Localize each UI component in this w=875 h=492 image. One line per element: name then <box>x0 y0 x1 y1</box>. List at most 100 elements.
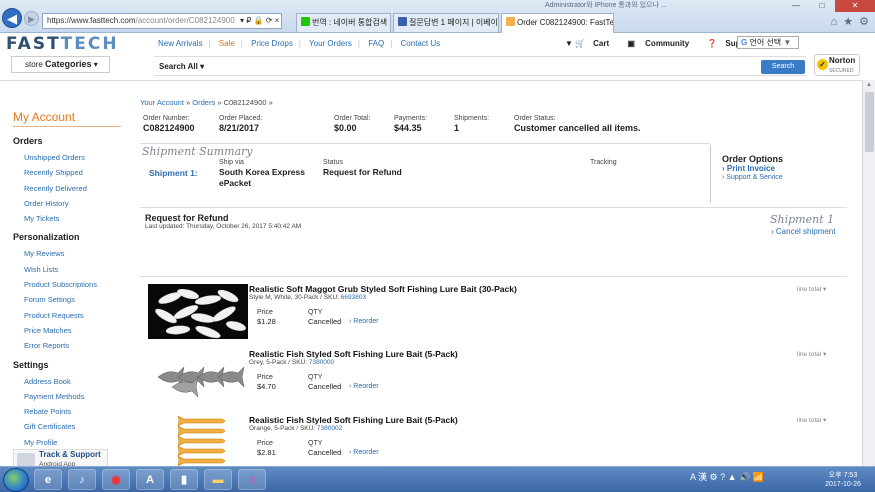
clock[interactable]: 오후 7:53 2017-10-26 <box>817 471 869 489</box>
nav-price-drops[interactable]: Price Drops <box>251 39 293 48</box>
search-bar[interactable]: Search All ▾ Search <box>154 56 806 76</box>
sidebar-heading-personalization: Personalization <box>13 232 80 243</box>
line-total-dropdown[interactable]: line total ▾ <box>797 350 826 358</box>
sidebar-item-my-profile[interactable]: My Profile <box>13 435 121 450</box>
chrome-icon[interactable]: ◉ <box>102 469 130 490</box>
sidebar-item-product-subscriptions[interactable]: Product Subscriptions <box>13 277 121 292</box>
minimize-button[interactable]: — <box>783 0 809 12</box>
product-title[interactable]: Realistic Soft Maggot Grub Styled Soft F… <box>249 284 517 294</box>
sidebar-title: My Account <box>13 110 121 127</box>
gear-icon[interactable]: ⚙ <box>859 16 869 28</box>
sku-link[interactable]: 7380002 <box>317 425 342 432</box>
tab-label: 번역 : 네이버 통합검색 <box>312 18 388 27</box>
system-tray[interactable]: A 漢 ⚙ ? ▲ 🔊 📶 <box>690 470 764 483</box>
search-button[interactable]: Search <box>761 60 805 74</box>
nav-contact-us[interactable]: Contact Us <box>401 39 441 48</box>
last-updated: Last updated: Thursday, October 26, 2017… <box>145 223 302 230</box>
nav-faq[interactable]: FAQ <box>368 39 384 48</box>
shipments: 1 <box>454 123 460 133</box>
star-icon[interactable]: ★ <box>843 16 853 28</box>
sidebar-item-rebate-points[interactable]: Rebate Points <box>13 404 121 419</box>
sidebar-item-my-reviews[interactable]: My Reviews <box>13 246 121 261</box>
language-select[interactable]: G 언어 선택 ▼ <box>737 36 799 49</box>
taskbar: e ♪ ◉ A ▮ ▬ ♫ A 漢 ⚙ ? ▲ 🔊 📶 오후 7:53 2017-… <box>0 466 875 492</box>
ie-icon[interactable]: e <box>34 469 62 490</box>
address-host: https://www.fasttech.com <box>47 16 136 25</box>
sku-link[interactable]: 7380000 <box>309 359 334 366</box>
folder-icon[interactable]: ▬ <box>204 469 232 490</box>
scroll-thumb[interactable] <box>865 92 874 152</box>
sidebar-item-my-tickets[interactable]: My Tickets <box>13 211 121 226</box>
refund-title: Request for Refund <box>145 213 229 223</box>
reorder-link[interactable]: › Reorder <box>349 318 379 325</box>
sidebar-item-product-requests[interactable]: Product Requests <box>13 308 121 323</box>
qty-label: QTY <box>308 374 323 381</box>
tab-naver[interactable]: 번역 : 네이버 통합검색 <box>296 13 391 32</box>
community-icon: ▣ <box>627 39 635 48</box>
reorder-link[interactable]: › Reorder <box>349 449 379 456</box>
sidebar-item-gift-certificates[interactable]: Gift Certificates <box>13 419 121 434</box>
breadcrumb-your-account[interactable]: Your Account <box>140 98 184 107</box>
nav-sale[interactable]: Sale <box>219 39 235 48</box>
qty-value: Cancelled <box>308 448 342 457</box>
norton-badge[interactable]: ✓ Norton SECURED <box>814 54 860 76</box>
sidebar-item-payment-methods[interactable]: Payment Methods <box>13 389 121 404</box>
sku-link[interactable]: 6693803 <box>341 294 366 301</box>
scrollbar[interactable]: ▲ <box>862 80 875 466</box>
payments: $44.35 <box>394 123 422 133</box>
dropdown-arrow-icon: ▼ <box>783 38 792 47</box>
nav-your-orders[interactable]: Your Orders <box>309 39 352 48</box>
reorder-link[interactable]: › Reorder <box>349 383 379 390</box>
sidebar-item-address-book[interactable]: Address Book <box>13 374 121 389</box>
sidebar-item-unshipped[interactable]: Unshipped Orders <box>13 150 121 165</box>
shipment-divider <box>140 207 847 208</box>
product-title[interactable]: Realistic Fish Styled Soft Fishing Lure … <box>249 415 458 425</box>
sidebar-item-price-matches[interactable]: Price Matches <box>13 323 121 338</box>
search-scope[interactable]: Search All ▾ <box>159 62 204 71</box>
price-label: Price <box>257 309 273 316</box>
sidebar-item-order-history[interactable]: Order History <box>13 196 121 211</box>
scroll-up-icon[interactable]: ▲ <box>866 82 872 88</box>
support-service-link[interactable]: › Support & Service <box>722 174 846 181</box>
phone-icon[interactable]: ▮ <box>170 469 198 490</box>
window-controls: — □ ✕ <box>783 0 875 12</box>
nav-new-arrivals[interactable]: New Arrivals <box>158 39 202 48</box>
sidebar-item-wish-lists[interactable]: Wish Lists <box>13 262 121 277</box>
sidebar-item-recently-delivered[interactable]: Recently Delivered <box>13 181 121 196</box>
sidebar-item-recently-shipped[interactable]: Recently Shipped <box>13 165 121 180</box>
product-title[interactable]: Realistic Fish Styled Soft Fishing Lure … <box>249 349 458 359</box>
product-image[interactable] <box>148 349 248 404</box>
site-logo[interactable]: FASTTECH <box>6 34 119 54</box>
tab-order[interactable]: Order C082124900: FastTe... <box>501 13 614 33</box>
breadcrumb-orders[interactable]: Orders <box>192 98 215 107</box>
tiktok-icon[interactable]: ♪ <box>68 469 96 490</box>
tab-label: 질문답변 1 페이지 | 이베이프... <box>409 18 499 27</box>
itunes-icon[interactable]: ♫ <box>238 469 266 490</box>
address-tools[interactable]: ▾ ₽ 🔒 ⟳ × <box>240 13 279 29</box>
print-invoice-link[interactable]: › Print Invoice <box>722 164 846 174</box>
qty-label: QTY <box>308 440 323 447</box>
close-button[interactable]: ✕ <box>835 0 875 12</box>
community-link[interactable]: ▣ Community <box>627 39 697 48</box>
back-button[interactable]: ◀ <box>2 8 22 28</box>
excel-icon[interactable]: A <box>136 469 164 490</box>
product-image[interactable] <box>148 284 248 339</box>
maximize-button[interactable]: □ <box>809 0 835 12</box>
categories-dropdown[interactable]: store Categories ▾ <box>11 56 110 73</box>
line-total-dropdown[interactable]: line total ▾ <box>797 285 826 293</box>
phone-icon <box>17 453 35 467</box>
cart-link[interactable]: ▼ 🛒 Cart <box>565 39 617 48</box>
shipment-name[interactable]: Shipment 1: <box>149 168 198 178</box>
forward-button[interactable]: ▶ <box>24 11 39 26</box>
line-total-dropdown[interactable]: line total ▾ <box>797 416 826 424</box>
breadcrumb-sep: » <box>268 98 273 107</box>
cancel-shipment-link[interactable]: › Cancel shipment <box>771 227 835 236</box>
sidebar-item-error-reports[interactable]: Error Reports <box>13 338 121 353</box>
sidebar-item-forum-settings[interactable]: Forum Settings <box>13 292 121 307</box>
product-image[interactable] <box>148 415 248 470</box>
page-icon <box>398 17 407 26</box>
home-icon[interactable]: ⌂ <box>831 16 838 28</box>
tab-qna[interactable]: 질문답변 1 페이지 | 이베이프... <box>393 13 499 32</box>
start-button[interactable] <box>3 468 29 492</box>
price-value: $1.28 <box>257 317 276 326</box>
